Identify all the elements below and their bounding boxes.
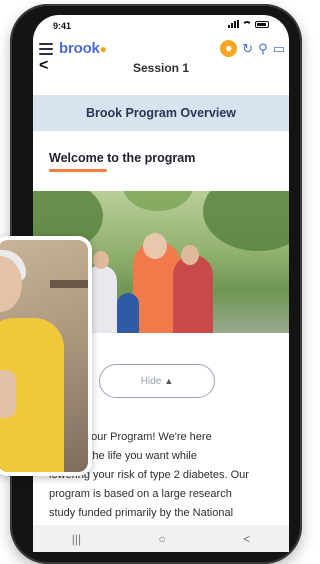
back-nav-icon[interactable]: < bbox=[243, 532, 250, 546]
system-icons bbox=[228, 20, 269, 28]
body-line: study funded primarily by the National bbox=[49, 507, 234, 519]
hide-button[interactable]: Hide ▲ bbox=[99, 364, 215, 398]
chat-icon[interactable]: ▭ bbox=[273, 40, 285, 57]
overview-banner: Brook Program Overview bbox=[33, 95, 289, 131]
logo-text: brook bbox=[59, 40, 100, 57]
header-actions: ● ↻ ⚲ ▭ bbox=[220, 40, 285, 57]
android-nav-bar: ||| ○ < bbox=[33, 525, 289, 552]
person-icon[interactable]: ⚲ bbox=[258, 40, 268, 57]
menu-icon[interactable] bbox=[39, 43, 53, 55]
session-title: Session 1 bbox=[132, 61, 190, 75]
signal-icon bbox=[228, 20, 239, 28]
status-time: 9:41 bbox=[53, 21, 72, 31]
brook-logo: brook● bbox=[59, 40, 107, 57]
wifi-icon bbox=[242, 20, 252, 28]
body-line: program is based on a large research bbox=[49, 488, 232, 500]
battery-icon bbox=[255, 20, 269, 28]
logo-mark: ● bbox=[99, 42, 107, 56]
chevron-up-icon: ▲ bbox=[164, 376, 174, 386]
home-icon[interactable]: ○ bbox=[159, 532, 166, 546]
recents-icon[interactable]: ||| bbox=[72, 532, 81, 546]
refresh-icon[interactable]: ↻ bbox=[242, 40, 253, 57]
welcome-heading: Welcome to the program bbox=[49, 151, 196, 165]
welcome-underline bbox=[49, 169, 107, 172]
hide-label: Hide bbox=[140, 376, 162, 387]
app-header: brook● ● ↻ ⚲ ▭ < Session 1 bbox=[33, 39, 289, 81]
user-photo-overlay bbox=[0, 236, 92, 476]
coin-icon[interactable]: ● bbox=[220, 40, 238, 57]
status-bar: 9:41 bbox=[33, 15, 289, 39]
